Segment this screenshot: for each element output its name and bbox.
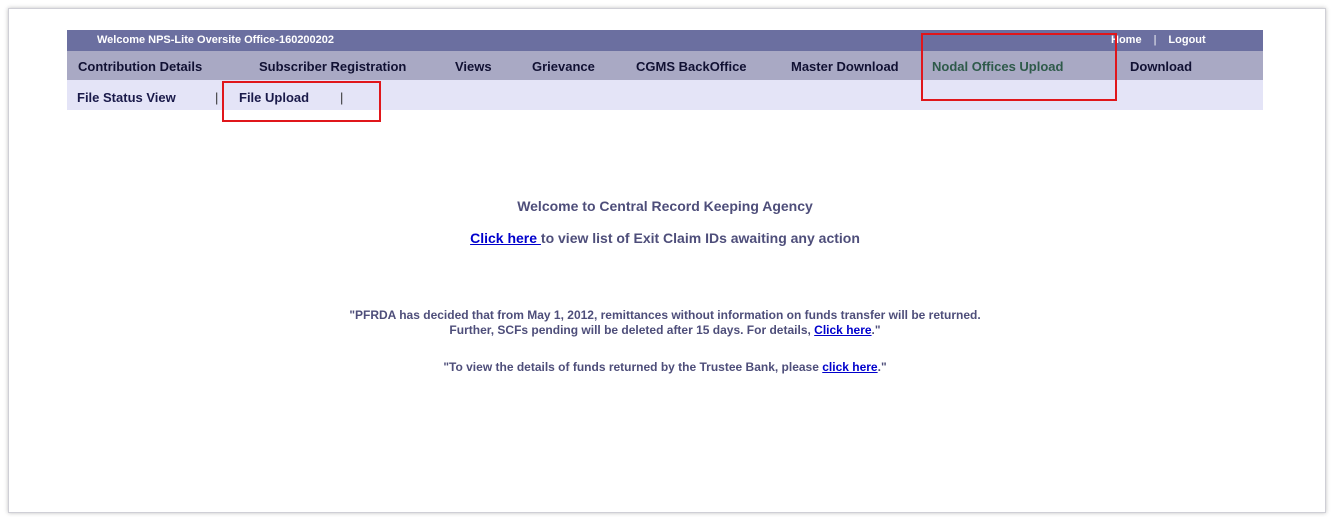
menu-subscriber-registration[interactable]: Subscriber Registration xyxy=(259,59,406,74)
submenu-file-upload[interactable]: File Upload xyxy=(239,90,309,105)
welcome-heading: Welcome to Central Record Keeping Agency xyxy=(517,198,813,214)
exit-claim-text: to view list of Exit Claim IDs awaiting … xyxy=(540,230,860,246)
submenu-file-status-view[interactable]: File Status View xyxy=(77,90,176,105)
menu-cgms-backoffice[interactable]: CGMS BackOffice xyxy=(636,59,747,74)
main-menu: Contribution Details Subscriber Registra… xyxy=(67,51,1263,80)
sub-menu: File Status View | File Upload | xyxy=(67,80,1263,110)
notice-line-1: "PFRDA has decided that from May 1, 2012… xyxy=(349,308,981,322)
exit-claim-line: Click here to view list of Exit Claim ID… xyxy=(67,230,1263,246)
menu-download[interactable]: Download xyxy=(1130,59,1192,74)
notice-line-2: Further, SCFs pending will be deleted af… xyxy=(67,323,1263,337)
submenu-separator: | xyxy=(340,90,344,105)
home-link[interactable]: Home xyxy=(1111,34,1142,46)
menu-contribution-details[interactable]: Contribution Details xyxy=(78,59,202,74)
notice-line-2-suffix: ." xyxy=(871,323,881,337)
top-bar: Welcome NPS-Lite Oversite Office-1602002… xyxy=(67,30,1263,51)
menu-master-download[interactable]: Master Download xyxy=(791,59,899,74)
top-separator: | xyxy=(1153,34,1157,46)
notice-line-2-text: Further, SCFs pending will be deleted af… xyxy=(449,323,815,337)
notice-trustee-suffix: ." xyxy=(877,360,887,374)
menu-views[interactable]: Views xyxy=(455,59,492,74)
logout-link[interactable]: Logout xyxy=(1168,34,1205,46)
notice-trustee-bank: "To view the details of funds returned b… xyxy=(67,360,1263,374)
submenu-separator: | xyxy=(215,90,219,105)
welcome-text: Welcome NPS-Lite Oversite Office-1602002… xyxy=(97,34,335,46)
notice-trustee-text: "To view the details of funds returned b… xyxy=(443,360,823,374)
menu-grievance[interactable]: Grievance xyxy=(532,59,595,74)
scf-details-link[interactable]: Click here xyxy=(814,323,871,337)
exit-claim-link[interactable]: Click here xyxy=(470,230,541,246)
menu-nodal-offices-upload[interactable]: Nodal Offices Upload xyxy=(932,59,1063,74)
trustee-bank-link[interactable]: click here xyxy=(822,360,877,374)
top-links: Home | Logout xyxy=(1111,34,1206,46)
